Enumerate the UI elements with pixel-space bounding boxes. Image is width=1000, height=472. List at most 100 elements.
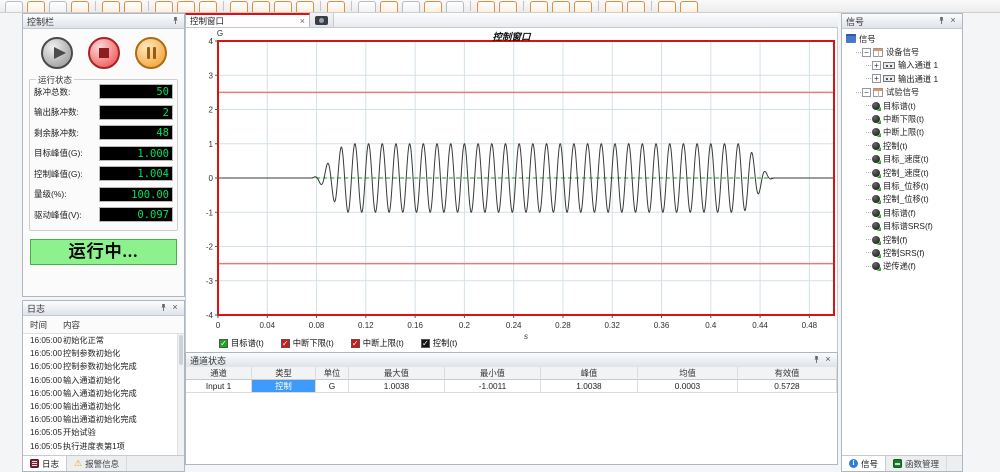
pin-icon[interactable] xyxy=(170,16,180,26)
pin-icon[interactable] xyxy=(936,16,946,26)
tree-item-控制_位移(t)[interactable]: 控制_位移(t) xyxy=(842,193,962,206)
close-icon[interactable]: × xyxy=(948,16,958,26)
tree-item-设备信号[interactable]: −设备信号 xyxy=(842,45,962,58)
toolbar-icon[interactable] xyxy=(199,1,217,13)
signal-icon xyxy=(872,222,880,230)
toolbar-icon[interactable] xyxy=(230,1,248,13)
svg-text:0.12: 0.12 xyxy=(358,321,374,330)
function-icon xyxy=(893,459,902,468)
toolbar-icon[interactable] xyxy=(296,1,314,13)
log-entry[interactable]: 16:05:05开始试验 xyxy=(23,426,184,439)
legend-checkbox[interactable]: ✓ xyxy=(281,339,290,348)
log-entry[interactable]: 16:05:00输入通道初始化 xyxy=(23,374,184,387)
tree-item-中断下限(t)[interactable]: 中断下限(t) xyxy=(842,112,962,125)
toolbar-icon[interactable] xyxy=(446,1,464,13)
toolbar-icon[interactable] xyxy=(27,1,45,13)
pin-icon[interactable] xyxy=(811,355,821,365)
toolbar-icon[interactable] xyxy=(402,1,420,13)
tree-item-label: 中断上限(t) xyxy=(883,126,924,138)
legend-checkbox[interactable]: ✓ xyxy=(351,339,360,348)
collapse-icon[interactable]: − xyxy=(862,88,871,97)
tree-item-信号[interactable]: 信号 xyxy=(842,32,962,45)
tab-signal[interactable]: i 信号 xyxy=(842,456,886,471)
tree-item-目标谱(t)[interactable]: 目标谱(t) xyxy=(842,99,962,112)
toolbar-icon[interactable] xyxy=(658,1,676,13)
tree-item-控制SRS(f)[interactable]: 控制SRS(f) xyxy=(842,246,962,259)
toolbar-icon[interactable] xyxy=(627,1,645,13)
toolbar-icon[interactable] xyxy=(574,1,592,13)
table-row[interactable]: Input 1控制G1.0038-1.00111.00380.00030.572… xyxy=(186,380,837,393)
toolbar-icon[interactable] xyxy=(680,1,698,13)
status-field: 剩余脉冲数:48 xyxy=(34,125,173,140)
tree-item-控制(t)[interactable]: 控制(t) xyxy=(842,139,962,152)
chart-plot[interactable]: 43210-1-2-3-400.040.080.120.160.20.240.2… xyxy=(186,28,839,352)
log-entry[interactable]: 16:05:00控制参数初始化 xyxy=(23,347,184,360)
collapse-icon[interactable]: − xyxy=(862,48,871,57)
root-icon xyxy=(846,34,856,43)
log-entry[interactable]: 16:05:00输出通道初始化完成 xyxy=(23,413,184,426)
legend-checkbox[interactable]: ✓ xyxy=(219,339,228,348)
table-header-row: 通道类型单位最大值最小值峰值均值有效值 xyxy=(186,367,837,380)
toolbar-icon[interactable] xyxy=(530,1,548,13)
toolbar-icon[interactable] xyxy=(499,1,517,13)
log-entry[interactable]: 16:05:05执行进度表第1项 xyxy=(23,440,184,453)
tree-item-目标谱SRS(f)[interactable]: 目标谱SRS(f) xyxy=(842,219,962,232)
log-scrollbar[interactable] xyxy=(177,334,184,455)
svg-text:-2: -2 xyxy=(206,243,214,252)
toolbar-icon[interactable] xyxy=(552,1,570,13)
toolbar-icon[interactable] xyxy=(49,1,67,13)
log-entry[interactable]: 16:05:00输出通道初始化 xyxy=(23,400,184,413)
legend-checkbox[interactable]: ✓ xyxy=(421,339,430,348)
tree-item-label: 输出通道 1 xyxy=(898,73,938,85)
tree-item-试验信号[interactable]: −试验信号 xyxy=(842,86,962,99)
toolbar-icon[interactable] xyxy=(605,1,623,13)
pin-icon[interactable] xyxy=(158,303,168,313)
tab-alarm-info[interactable]: ⚠ 报警信息 xyxy=(67,456,127,471)
toolbar-icon[interactable] xyxy=(358,1,376,13)
legend-item: ✓目标谱(t) xyxy=(219,337,264,349)
tree-item-目标_速度(t)[interactable]: 目标_速度(t) xyxy=(842,153,962,166)
toolbar-icon[interactable] xyxy=(177,1,195,13)
log-entry[interactable]: 16:05:00控制参数初始化完成 xyxy=(23,360,184,373)
toolbar-icon[interactable] xyxy=(155,1,173,13)
toolbar-icon[interactable] xyxy=(380,1,398,13)
tab-close-icon[interactable]: × xyxy=(300,16,305,26)
tree-item-目标谱(f)[interactable]: 目标谱(f) xyxy=(842,206,962,219)
tab-log[interactable]: 日志 xyxy=(23,456,67,471)
tree-item-控制(f)[interactable]: 控制(f) xyxy=(842,233,962,246)
table-header-cell: 单位 xyxy=(316,367,349,380)
toolbar-icon[interactable] xyxy=(71,1,89,13)
tab-function-manager[interactable]: 函数管理 xyxy=(886,456,947,471)
table-header-cell: 类型 xyxy=(252,367,316,380)
svg-text:0.16: 0.16 xyxy=(407,321,423,330)
toolbar-icon[interactable] xyxy=(274,1,292,13)
svg-text:-3: -3 xyxy=(206,277,214,286)
log-entry[interactable]: 16:05:00初始化正常 xyxy=(23,334,184,347)
screenshot-tab[interactable] xyxy=(310,13,334,27)
toolbar-icon[interactable] xyxy=(477,1,495,13)
expand-icon[interactable]: + xyxy=(872,61,881,70)
toolbar-icon[interactable] xyxy=(102,1,120,13)
tree-item-输入通道 1[interactable]: +输入通道 1 xyxy=(842,59,962,72)
toolbar-icon[interactable] xyxy=(124,1,142,13)
tree-item-输出通道 1[interactable]: + 输出通道 1 xyxy=(842,72,962,85)
toolbar-icon[interactable] xyxy=(327,1,345,13)
tree-item-中断上限(t)[interactable]: 中断上限(t) xyxy=(842,126,962,139)
toolbar-icon[interactable] xyxy=(5,1,23,13)
tree-item-目标_位移(t)[interactable]: 目标_位移(t) xyxy=(842,179,962,192)
toolbar-icon[interactable] xyxy=(424,1,442,13)
tree-item-逆传递(f)[interactable]: 逆传递(f) xyxy=(842,260,962,273)
toolbar-icon[interactable] xyxy=(252,1,270,13)
svg-text:0.32: 0.32 xyxy=(604,321,620,330)
log-entry[interactable]: 16:05:00输入通道初始化完成 xyxy=(23,387,184,400)
tree-item-控制_速度(t)[interactable]: 控制_速度(t) xyxy=(842,166,962,179)
play-button[interactable] xyxy=(41,37,73,69)
tab-control-window[interactable]: 控制窗口 × xyxy=(185,13,310,27)
stop-button[interactable] xyxy=(88,37,120,69)
close-icon[interactable]: × xyxy=(823,355,833,365)
pause-button[interactable] xyxy=(135,37,167,69)
table-cell: 1.0038 xyxy=(541,380,638,393)
expand-icon[interactable]: + xyxy=(872,74,881,83)
close-icon[interactable]: × xyxy=(170,303,180,313)
play-icon xyxy=(54,47,66,59)
